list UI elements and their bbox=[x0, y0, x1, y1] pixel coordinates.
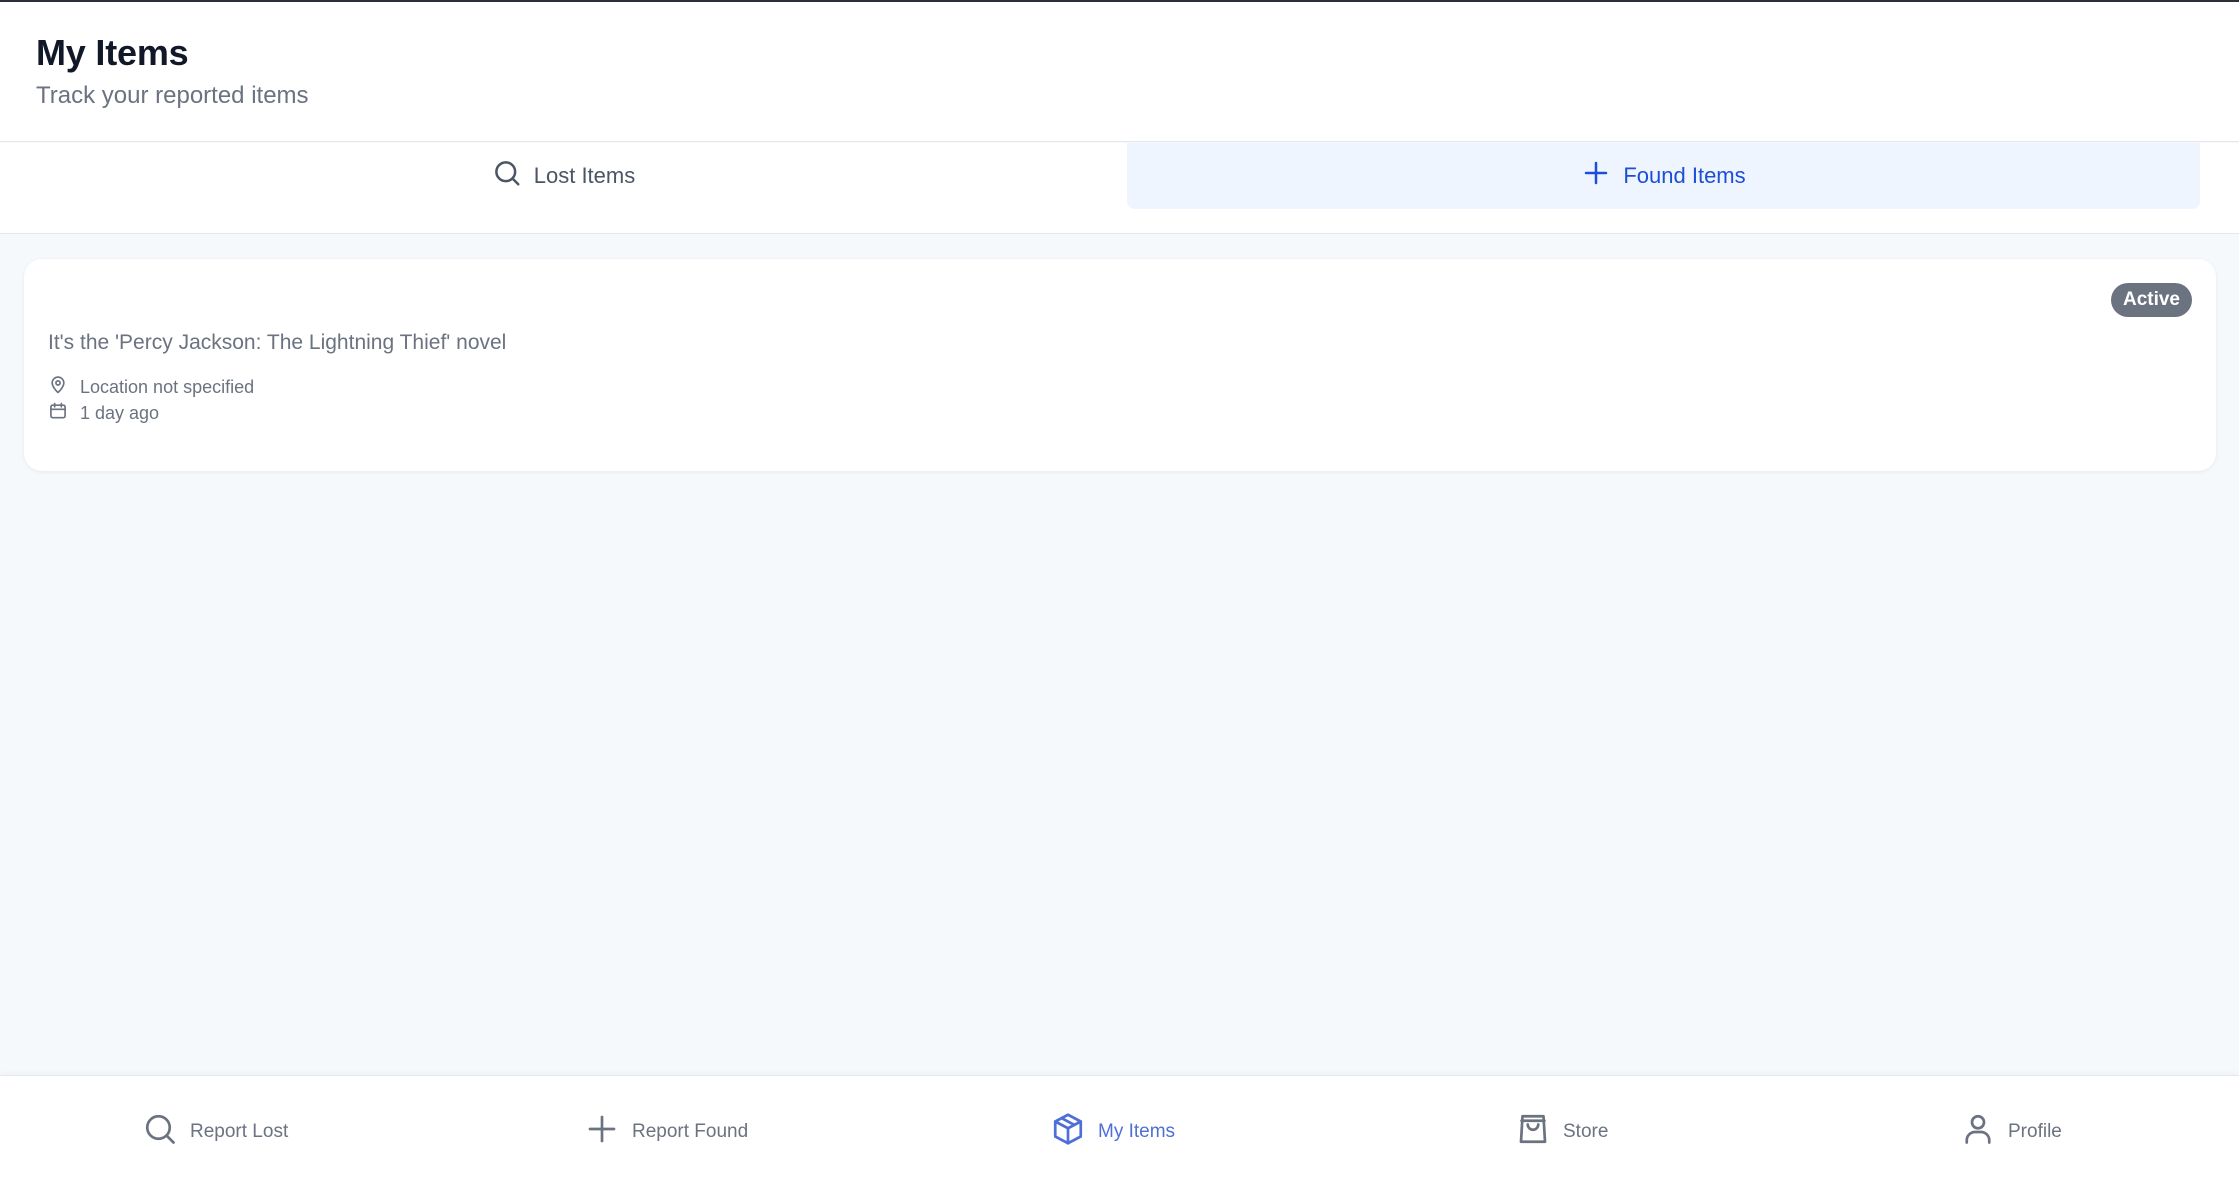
item-type-tabs: Lost Items Found Items bbox=[0, 143, 2239, 234]
plus-icon bbox=[1581, 158, 1611, 194]
page-subtitle: Track your reported items bbox=[36, 82, 309, 109]
items-list: Active It's the 'Percy Jackson: The Ligh… bbox=[0, 235, 2239, 1075]
page-header: My Items Track your reported items bbox=[0, 2, 2239, 142]
nav-label: Store bbox=[1563, 1121, 1609, 1142]
tab-found-items[interactable]: Found Items bbox=[1127, 143, 2200, 209]
nav-label: Report Lost bbox=[190, 1121, 289, 1142]
nav-label: Profile bbox=[2008, 1121, 2062, 1142]
tab-label: Found Items bbox=[1623, 163, 1746, 188]
item-card[interactable]: Active It's the 'Percy Jackson: The Ligh… bbox=[24, 259, 2216, 471]
calendar-icon bbox=[48, 401, 68, 426]
search-icon bbox=[492, 158, 522, 194]
date-text: 1 day ago bbox=[80, 403, 160, 423]
box-icon bbox=[1050, 1111, 1086, 1153]
item-description: It's the 'Percy Jackson: The Lightning T… bbox=[48, 331, 507, 354]
nav-profile[interactable]: Profile bbox=[1960, 1110, 2062, 1154]
map-pin-icon bbox=[48, 375, 68, 400]
search-icon bbox=[142, 1111, 178, 1153]
app-screen: My Items Track your reported items Lost … bbox=[0, 0, 2239, 1190]
tab-lost-items[interactable]: Lost Items bbox=[0, 143, 1127, 209]
nav-label: My Items bbox=[1098, 1121, 1176, 1142]
plus-icon bbox=[584, 1111, 620, 1153]
status-badge: Active bbox=[2110, 283, 2192, 317]
nav-report-lost[interactable]: Report Lost bbox=[142, 1110, 288, 1154]
shopping-bag-icon bbox=[1515, 1111, 1551, 1153]
page-title: My Items bbox=[36, 32, 189, 73]
nav-my-items[interactable]: My Items bbox=[1050, 1110, 1175, 1154]
nav-report-found[interactable]: Report Found bbox=[584, 1110, 748, 1154]
nav-label: Report Found bbox=[632, 1121, 749, 1142]
user-icon bbox=[1960, 1111, 1996, 1153]
tab-label: Lost Items bbox=[533, 163, 636, 188]
item-date: 1 day ago bbox=[48, 401, 159, 426]
bottom-navigation: Report Lost Report Found My Items Store … bbox=[0, 1075, 2239, 1190]
item-location: Location not specified bbox=[48, 375, 254, 400]
nav-store[interactable]: Store bbox=[1515, 1110, 1608, 1154]
location-text: Location not specified bbox=[80, 377, 255, 397]
